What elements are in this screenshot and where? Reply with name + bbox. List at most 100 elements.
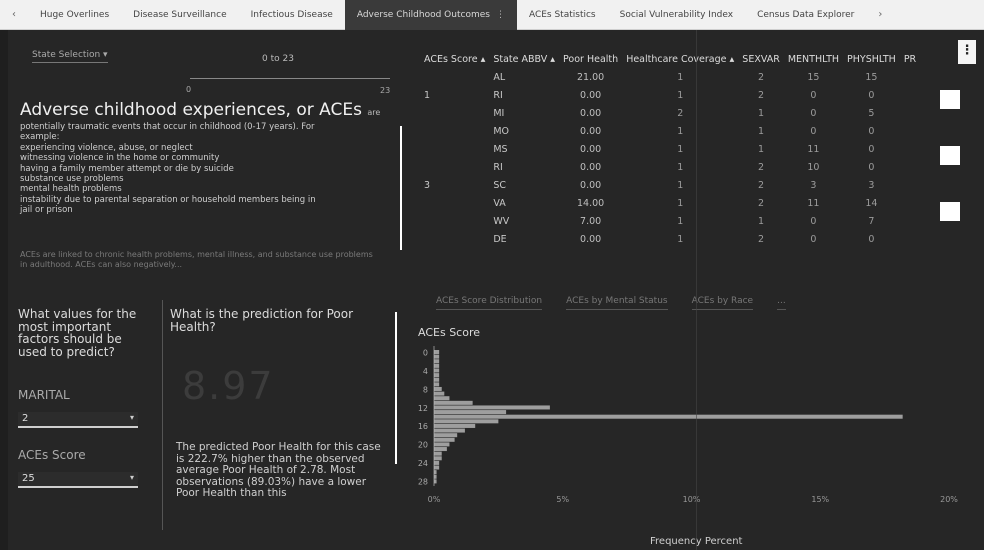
- state-selection-dropdown[interactable]: State Selection ▾: [32, 50, 108, 63]
- more-options-icon[interactable]: ⋮: [958, 40, 976, 64]
- data-table: ACEs Score ▴ State ABBV ▴ Poor Health He…: [420, 50, 974, 268]
- chart-bar[interactable]: [434, 433, 458, 438]
- table-cell: 11: [807, 197, 820, 209]
- tab-menu-icon[interactable]: ⋮: [496, 10, 505, 20]
- chart-bar[interactable]: [434, 400, 473, 405]
- scroll-indicator[interactable]: [395, 312, 397, 464]
- side-box[interactable]: [940, 202, 960, 221]
- table-row[interactable]: MS 0.00 1 1 11 0: [420, 140, 920, 158]
- tab-scroll-right-icon[interactable]: ›: [866, 9, 894, 20]
- table-row[interactable]: RI 0.00 1 2 10 0: [420, 158, 920, 176]
- chart-bar[interactable]: [434, 442, 450, 447]
- col-physhlth[interactable]: PHYSHLTH: [843, 50, 900, 68]
- ace-heading: Adverse childhood experiences, or ACEs a…: [20, 100, 380, 120]
- chart-bar[interactable]: [434, 373, 440, 378]
- table-cell: AL: [493, 71, 506, 83]
- table-row[interactable]: MI 0.00 2 1 0 5: [420, 104, 920, 122]
- y-tick-label: 24: [418, 459, 428, 468]
- chart-tab[interactable]: ACEs Score Distribution: [436, 296, 543, 310]
- prediction-panel: What values for the most important facto…: [12, 300, 397, 540]
- table-cell: 2: [758, 197, 765, 209]
- table-cell: 10: [807, 161, 820, 173]
- side-box[interactable]: [940, 146, 960, 165]
- chart-bar[interactable]: [434, 359, 440, 364]
- marital-label: MARITAL: [18, 388, 70, 402]
- scroll-indicator[interactable]: [400, 126, 402, 250]
- col-sexvar[interactable]: SEXVAR: [738, 50, 784, 68]
- col-state[interactable]: State ABBV ▴: [489, 50, 559, 68]
- col-pr[interactable]: PR: [900, 50, 920, 68]
- tab-5[interactable]: Social Vulnerability Index: [608, 0, 745, 30]
- table-cell: 1: [677, 161, 684, 173]
- chart-bar[interactable]: [434, 474, 437, 479]
- chart-bar[interactable]: [434, 350, 440, 355]
- chart-bar[interactable]: [434, 451, 442, 456]
- chart-bar[interactable]: [434, 391, 445, 396]
- chart-bar[interactable]: [434, 456, 442, 461]
- table-row[interactable]: 1 RI 0.00 1 2 0 0: [420, 86, 920, 104]
- panel-divider: [162, 300, 163, 530]
- table-cell: 1: [677, 215, 684, 227]
- chart-bar[interactable]: [434, 396, 450, 401]
- aces-score-dropdown[interactable]: 25 ▾: [18, 472, 138, 488]
- tab-label: Adverse Childhood Outcomes: [356, 9, 490, 20]
- side-box[interactable]: [940, 90, 960, 109]
- table-cell: 0: [868, 161, 875, 173]
- chart-bar[interactable]: [434, 447, 447, 452]
- col-aces-score[interactable]: ACEs Score ▴: [420, 50, 489, 68]
- chart-bar[interactable]: [434, 363, 440, 368]
- chart-bar[interactable]: [434, 368, 440, 373]
- table-row[interactable]: AL 21.00 1 2 15 15: [420, 68, 920, 86]
- chart-tab[interactable]: ACEs by Race: [691, 296, 754, 310]
- marital-dropdown[interactable]: 2 ▾: [18, 412, 138, 428]
- table-cell: [420, 194, 489, 212]
- table-cell: 1: [424, 89, 431, 101]
- divider-line: [696, 30, 697, 550]
- tab-3[interactable]: Adverse Childhood Outcomes ⋮: [344, 0, 517, 30]
- col-poor-health[interactable]: Poor Health: [559, 50, 622, 68]
- chart-bar[interactable]: [434, 460, 440, 465]
- ace-footer-note: ACEs are linked to chronic health proble…: [20, 250, 373, 269]
- ace-description: potentially traumatic events that occur …: [20, 122, 392, 216]
- chart-bar[interactable]: [434, 405, 550, 410]
- tab-4[interactable]: ACEs Statistics: [517, 0, 608, 30]
- chart-bar[interactable]: [434, 377, 440, 382]
- chart-bar[interactable]: [434, 465, 440, 470]
- table-cell: VA: [493, 197, 506, 209]
- tab-2[interactable]: Infectious Disease: [239, 0, 345, 30]
- table-row[interactable]: WV 7.00 1 1 0 7: [420, 212, 920, 230]
- table-row[interactable]: VA 14.00 1 2 11 14: [420, 194, 920, 212]
- table-cell: 0.00: [580, 125, 602, 137]
- chevron-down-icon: ▾: [129, 473, 134, 482]
- slider-min-label: 0: [186, 85, 192, 94]
- chart-bar[interactable]: [434, 419, 499, 424]
- chart-bar[interactable]: [434, 414, 903, 419]
- chart-bar[interactable]: [434, 479, 437, 484]
- chart-bar[interactable]: [434, 470, 437, 475]
- table-row[interactable]: MO 0.00 1 1 0 0: [420, 122, 920, 140]
- ace-line: witnessing violence in the home or commu…: [20, 153, 220, 164]
- chart-bar[interactable]: [434, 423, 476, 428]
- table-cell: [420, 104, 489, 122]
- col-menthlth[interactable]: MENTHLTH: [784, 50, 843, 68]
- table-cell: 0.00: [580, 179, 602, 191]
- chart-bar[interactable]: [434, 386, 442, 391]
- chart-bar[interactable]: [434, 382, 440, 387]
- chart-tab[interactable]: ...: [777, 296, 786, 310]
- chart-tab[interactable]: ACEs by Mental Status: [566, 296, 668, 310]
- table-cell: WV: [493, 215, 510, 227]
- tab-1[interactable]: Disease Surveillance: [121, 0, 238, 30]
- table-row[interactable]: 3 SC 0.00 1 2 3 3: [420, 176, 920, 194]
- tab-0[interactable]: Huge Overlines: [28, 0, 121, 30]
- col-healthcare[interactable]: Healthcare Coverage ▴: [622, 50, 738, 68]
- chart-bar[interactable]: [434, 437, 455, 442]
- chart-bar[interactable]: [434, 410, 507, 415]
- table-cell: 2: [758, 89, 765, 101]
- range-slider[interactable]: [190, 78, 390, 79]
- chart-bar[interactable]: [434, 428, 465, 433]
- chart-bar[interactable]: [434, 354, 440, 359]
- tab-6[interactable]: Census Data Explorer: [745, 0, 866, 30]
- tab-scroll-left-icon[interactable]: ‹: [0, 9, 28, 20]
- table-row[interactable]: DE 0.00 1 2 0 0: [420, 230, 920, 248]
- table-cell: 0.00: [580, 143, 602, 155]
